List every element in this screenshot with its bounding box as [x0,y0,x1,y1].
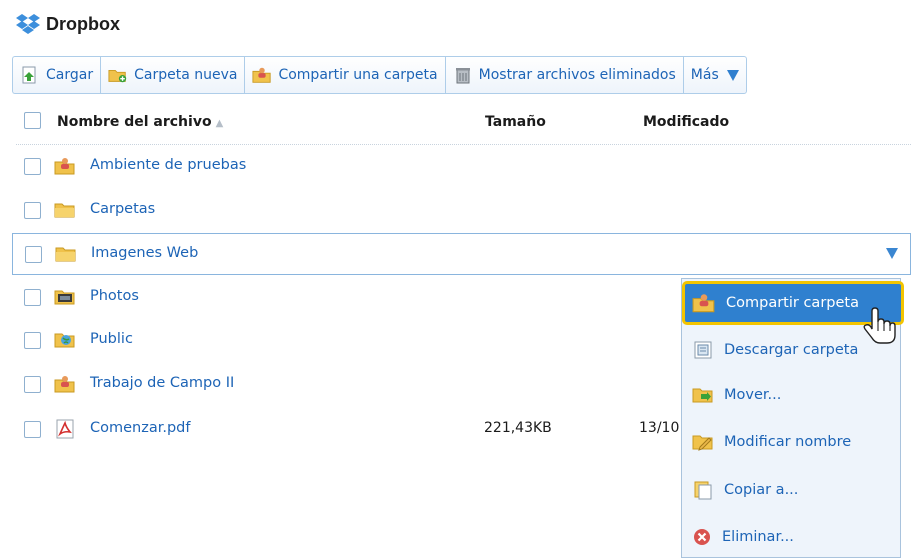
file-name[interactable]: Public [90,331,133,347]
file-name[interactable]: Comenzar.pdf [90,420,190,436]
menu-item-label: Descargar carpeta [724,342,859,358]
upload-icon [20,65,40,85]
file-name[interactable]: Photos [90,288,139,304]
share-folder-label: Compartir una carpeta [278,67,438,83]
file-name[interactable]: Imagenes Web [91,245,198,261]
sort-ascending-icon: ▲ [215,118,224,129]
row-checkbox[interactable] [24,202,41,219]
move-icon [692,384,714,406]
column-modified[interactable]: Modificado [643,114,729,130]
row-menu-chevron-icon[interactable] [886,248,898,259]
row-checkbox[interactable] [24,289,41,306]
menu-item-label: Modificar nombre [724,434,852,450]
copy-icon [692,479,714,501]
hand-cursor-icon [862,307,896,345]
file-row[interactable]: Carpetas [12,190,911,232]
pdf-file-icon [54,419,76,439]
row-checkbox[interactable] [24,332,41,349]
file-name[interactable]: Carpetas [90,201,155,217]
menu-item-delete[interactable]: Eliminar... [686,519,898,555]
app-title: Dropbox [46,13,120,34]
menu-item-rename[interactable]: Modificar nombre [686,424,898,460]
app-header: Dropbox [16,10,120,38]
show-deleted-button[interactable]: Mostrar archivos eliminados [444,56,683,94]
new-folder-button[interactable]: Carpeta nueva [100,56,245,94]
more-label: Más [690,67,719,83]
file-name[interactable]: Trabajo de Campo II [90,375,234,391]
menu-item-copy[interactable]: Copiar a... [686,472,898,508]
row-checkbox[interactable] [24,376,41,393]
file-modified: 13/10 [639,420,680,436]
select-all-checkbox[interactable] [24,112,41,129]
rename-icon [692,431,714,453]
more-button[interactable]: Más [682,56,747,94]
share-folder-button[interactable]: Compartir una carpeta [244,56,445,94]
row-checkbox[interactable] [24,421,41,438]
upload-button[interactable]: Cargar [12,56,101,94]
photos-folder-icon [54,287,76,307]
shared-folder-icon [252,65,272,85]
file-row-selected[interactable]: Imagenes Web [12,233,911,275]
row-checkbox[interactable] [24,158,41,175]
new-folder-icon [108,65,128,85]
file-size: 221,43KB [484,420,552,436]
menu-item-move[interactable]: Mover... [686,377,898,413]
new-folder-label: Carpeta nueva [134,67,238,83]
menu-item-label: Mover... [724,387,782,403]
file-list-header: Nombre del archivo ▲ Tamaño Modificado [16,108,911,145]
delete-icon [692,527,712,547]
toolbar: Cargar Carpeta nueva Compartir una carpe… [12,56,747,94]
row-checkbox[interactable] [25,246,42,263]
share-folder-icon [692,292,716,314]
upload-label: Cargar [46,67,94,83]
show-deleted-label: Mostrar archivos eliminados [478,67,676,83]
folder-icon [55,244,77,264]
shared-folder-icon [54,156,76,176]
trash-icon [453,65,473,85]
public-folder-icon [54,330,76,350]
file-name[interactable]: Ambiente de pruebas [90,157,246,173]
column-name[interactable]: Nombre del archivo ▲ [57,114,223,130]
menu-item-label: Copiar a... [724,482,799,498]
column-name-label: Nombre del archivo [57,114,212,130]
column-size[interactable]: Tamaño [485,114,546,130]
dropbox-logo-icon [16,13,40,35]
shared-folder-icon [54,374,76,394]
download-icon [692,339,714,361]
chevron-down-icon [726,69,739,81]
menu-item-label: Compartir carpeta [726,295,859,311]
folder-icon [54,200,76,220]
menu-item-label: Eliminar... [722,529,794,545]
file-row[interactable]: Ambiente de pruebas [12,146,911,188]
